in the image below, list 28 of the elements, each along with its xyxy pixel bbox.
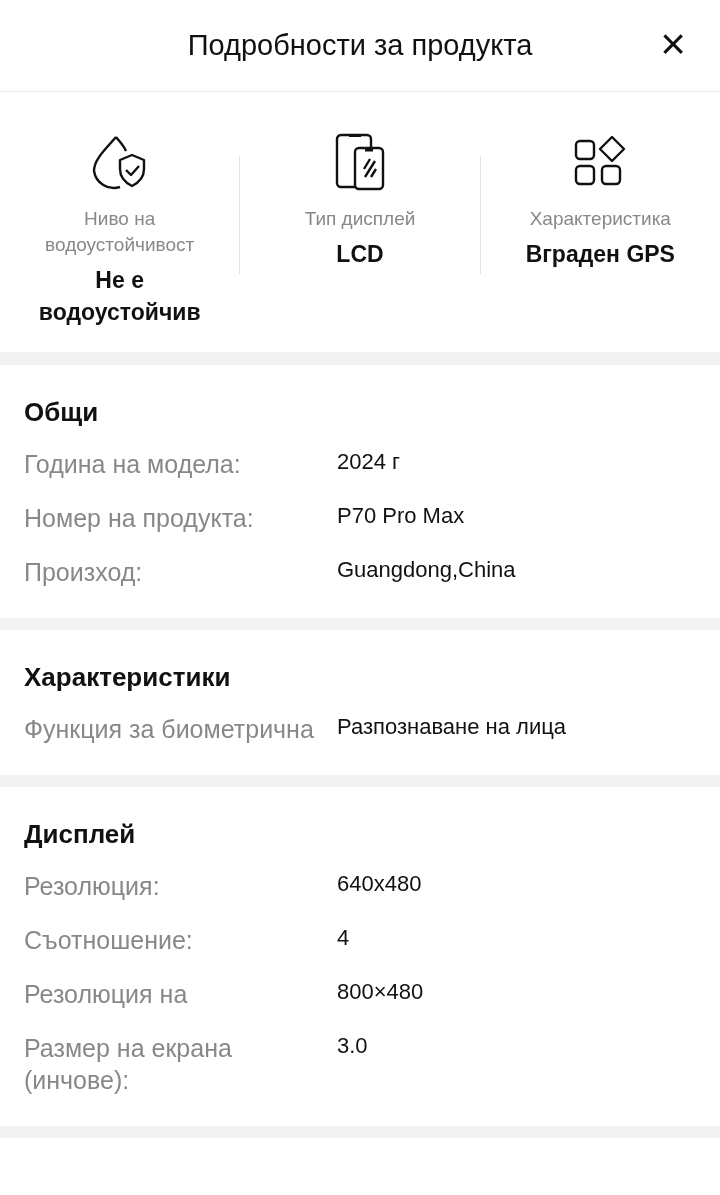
spec-label: Година на модела:: [24, 449, 242, 480]
spec-label: Функция за биометрична: [24, 714, 315, 745]
spec-label: Произход:: [24, 557, 144, 588]
spec-value: 800×480: [337, 978, 425, 1006]
highlight-label: Ниво на водоустойчивост: [44, 207, 196, 257]
section-title: Общи: [24, 397, 100, 428]
spec-label: Съотношение:: [24, 925, 194, 956]
highlight-label: Тип дисплей: [303, 207, 417, 231]
section-title: Дисплей: [24, 819, 137, 850]
spec-value: 640x480: [337, 870, 423, 898]
spec-label: Резолюция на: [24, 979, 189, 1010]
close-button[interactable]: ×: [656, 22, 690, 66]
spec-value: P70 Pro Max: [337, 502, 466, 530]
highlight-value: LCD: [335, 240, 385, 269]
highlight-value: Вграден GPS: [524, 240, 676, 269]
phones-icon: [333, 133, 387, 191]
spec-label: Размер на екрана (инчове):: [24, 1033, 233, 1096]
spec-value: Разпознаване на лица: [337, 713, 568, 741]
spec-value: 3.0: [337, 1032, 369, 1060]
spec-value: 4: [337, 924, 351, 952]
spec-label: Номер на продукта:: [24, 503, 255, 534]
dialog-title: Подробности за продукта: [187, 29, 533, 62]
highlight-label: Характеристика: [528, 207, 672, 231]
section-title: Характеристики: [24, 662, 232, 693]
highlight-value: Не е водоустойчив: [37, 266, 202, 327]
spec-value: Guangdong,China: [337, 556, 517, 584]
spec-label: Резолюция:: [24, 871, 161, 902]
spec-value: 2024 г: [337, 448, 402, 476]
